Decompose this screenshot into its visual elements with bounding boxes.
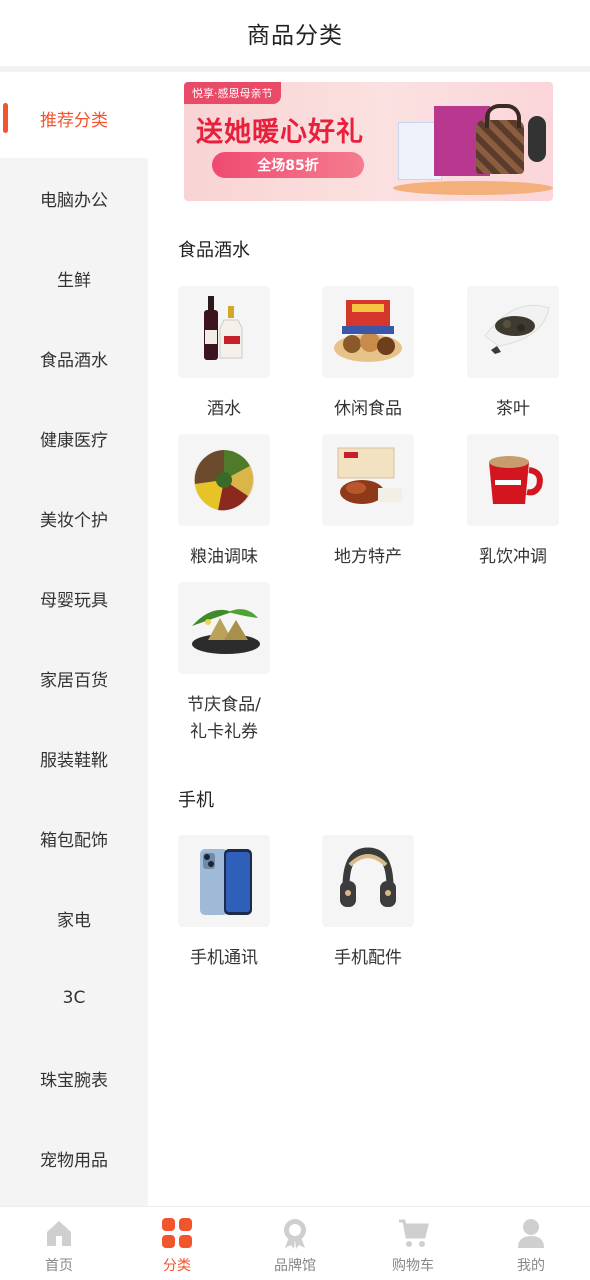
- wine-bottles-icon: [178, 286, 270, 378]
- banner-headline: 送她暖心好礼: [196, 117, 364, 148]
- sidebar-item-apparel[interactable]: 服装鞋靴: [0, 718, 148, 798]
- smartphone-icon: [178, 835, 270, 927]
- home-icon: [43, 1217, 75, 1249]
- sidebar-item-home[interactable]: 家居百货: [0, 638, 148, 718]
- category-item-tea[interactable]: 茶叶: [458, 286, 568, 423]
- category-item-label: 手机通讯: [190, 948, 258, 968]
- sidebar-item-3c[interactable]: 3C: [0, 958, 148, 1038]
- handbag-icon: [476, 104, 524, 174]
- sidebar-item-pets[interactable]: 宠物用品: [0, 1118, 148, 1198]
- sidebar-item-recommended[interactable]: 推荐分类: [0, 78, 148, 158]
- category-item-label: 手机配件: [334, 948, 402, 968]
- category-item-festival-food[interactable]: 节庆食品/ 礼卡礼券: [169, 582, 279, 746]
- sidebar-item-health[interactable]: 健康医疗: [0, 398, 148, 478]
- sidebar-item-computer-office[interactable]: 电脑办公: [0, 158, 148, 238]
- snack-box-icon: [322, 286, 414, 378]
- category-item-label: 乳饮冲调: [479, 547, 547, 567]
- sidebar-item-jewelry[interactable]: 珠宝腕表: [0, 1038, 148, 1118]
- roast-duck-icon: [322, 434, 414, 526]
- label-line: 礼卡礼券: [189, 722, 258, 742]
- tab-cart[interactable]: 购物车: [354, 1207, 472, 1280]
- sidebar-item-baby-toys[interactable]: 母婴玩具: [0, 558, 148, 638]
- user-profile-icon: [515, 1217, 547, 1249]
- tab-category[interactable]: 分类: [118, 1207, 236, 1280]
- tab-label: 我的: [517, 1258, 545, 1274]
- tab-profile[interactable]: 我的: [472, 1207, 590, 1280]
- banner-tag: 悦享·感恩母亲节: [184, 82, 281, 104]
- category-item-local-specialty[interactable]: 地方特产: [313, 434, 423, 571]
- banner-discount-pill: 全场85折: [212, 152, 364, 178]
- award-badge-icon: [279, 1217, 311, 1249]
- section-title-phones: 手机: [178, 790, 214, 811]
- tab-home[interactable]: 首页: [0, 1207, 118, 1280]
- sidebar-item-appliances[interactable]: 家电: [0, 878, 148, 958]
- tea-leaves-icon: [467, 286, 559, 378]
- coffee-mug-icon: [467, 434, 559, 526]
- category-item-label: 茶叶: [496, 399, 530, 419]
- banner-stage-graphic: [393, 181, 553, 195]
- sidebar-item-bags[interactable]: 箱包配饰: [0, 798, 148, 878]
- category-item-dairy-drinks[interactable]: 乳饮冲调: [458, 434, 568, 571]
- headphones-icon: [322, 835, 414, 927]
- hair-dryer-icon: [528, 116, 546, 162]
- tab-label: 首页: [45, 1258, 73, 1274]
- category-item-label: 地方特产: [334, 547, 402, 567]
- tab-label: 品牌馆: [274, 1258, 316, 1274]
- category-item-label: 节庆食品/ 礼卡礼券: [187, 692, 261, 746]
- page-title: 商品分类: [247, 23, 343, 49]
- category-item-label: 粮油调味: [190, 547, 258, 567]
- category-item-label: 酒水: [207, 399, 241, 419]
- category-item-wine[interactable]: 酒水: [169, 286, 279, 423]
- category-item-phone-accessories[interactable]: 手机配件: [313, 835, 423, 972]
- label-line: 节庆食品/: [187, 695, 261, 715]
- zongzi-plate-icon: [178, 582, 270, 674]
- section-title-food-drinks: 食品酒水: [178, 240, 250, 261]
- tab-brands[interactable]: 品牌馆: [236, 1207, 354, 1280]
- grains-plate-icon: [178, 434, 270, 526]
- category-item-mobile-phones[interactable]: 手机通讯: [169, 835, 279, 972]
- tab-label: 购物车: [392, 1258, 434, 1274]
- category-sidebar: 推荐分类 电脑办公 生鲜 食品酒水 健康医疗 美妆个护 母婴玩具 家居百货 服装…: [0, 78, 148, 1206]
- page-header: 商品分类: [0, 0, 590, 72]
- sidebar-item-fresh[interactable]: 生鲜: [0, 238, 148, 318]
- promo-banner[interactable]: 悦享·感恩母亲节 送她暖心好礼 全场85折: [184, 82, 553, 201]
- sidebar-item-beauty[interactable]: 美妆个护: [0, 478, 148, 558]
- sidebar-item-food-drinks[interactable]: 食品酒水: [0, 318, 148, 398]
- shopping-cart-icon: [397, 1217, 429, 1249]
- category-content: 悦享·感恩母亲节 送她暖心好礼 全场85折 食品酒水 酒水 休闲食品 茶叶 粮油…: [148, 78, 590, 1206]
- category-grid-icon: [161, 1217, 193, 1249]
- category-item-label: 休闲食品: [334, 399, 402, 419]
- category-item-grains[interactable]: 粮油调味: [169, 434, 279, 571]
- category-item-snacks[interactable]: 休闲食品: [313, 286, 423, 423]
- bottom-tab-bar: 首页 分类 品牌馆 购物车 我的: [0, 1206, 590, 1280]
- tab-label: 分类: [163, 1258, 191, 1274]
